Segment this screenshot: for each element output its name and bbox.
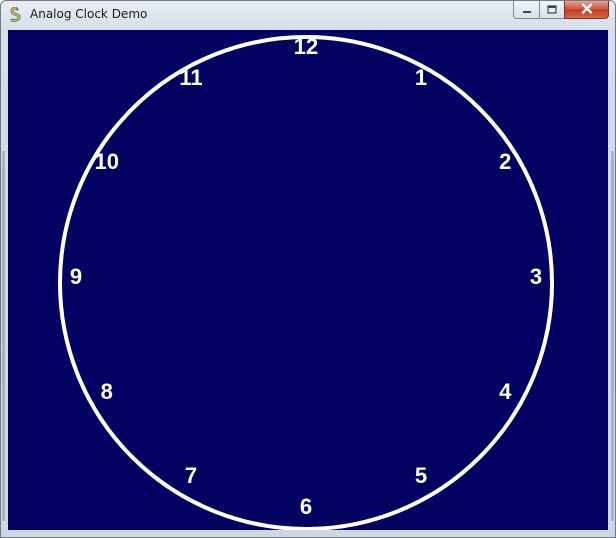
clock-number-3: 3: [530, 264, 542, 289]
minimize-icon: [522, 1, 532, 19]
title-bar[interactable]: Analog Clock Demo: [1, 1, 615, 29]
frame-right-edge: [611, 151, 614, 521]
clock-number-8: 8: [101, 379, 113, 404]
clock-number-11: 11: [179, 65, 202, 90]
clock-number-10: 10: [95, 149, 119, 174]
close-button[interactable]: [564, 1, 609, 19]
snake-icon[interactable]: [8, 6, 24, 23]
clock-number-7: 7: [185, 463, 197, 488]
clock-number-4: 4: [499, 379, 512, 404]
maximize-icon: [547, 1, 557, 19]
frame-left-edge: [2, 151, 5, 521]
clock-face: 121234567891011: [8, 30, 608, 530]
clock-number-6: 6: [300, 494, 312, 519]
window-title: Analog Clock Demo: [30, 7, 148, 21]
app-window: Analog Clock Demo 12 1 2 3 4 5 6 7 8 9 1…: [0, 0, 616, 538]
clock-number-9: 9: [70, 264, 82, 289]
window-controls: [513, 1, 609, 20]
clock-number-1: 1: [415, 65, 427, 90]
clock-number-5: 5: [415, 463, 427, 488]
clock-background: [8, 30, 608, 530]
minimize-button[interactable]: [513, 1, 539, 19]
clock-number-12: 12: [294, 34, 318, 59]
maximize-button[interactable]: [539, 1, 564, 19]
clock-number-2: 2: [499, 149, 511, 174]
clock-canvas: 12 1 2 3 4 5 6 7 8 9 10 11: [8, 30, 608, 530]
close-icon: [581, 1, 593, 19]
